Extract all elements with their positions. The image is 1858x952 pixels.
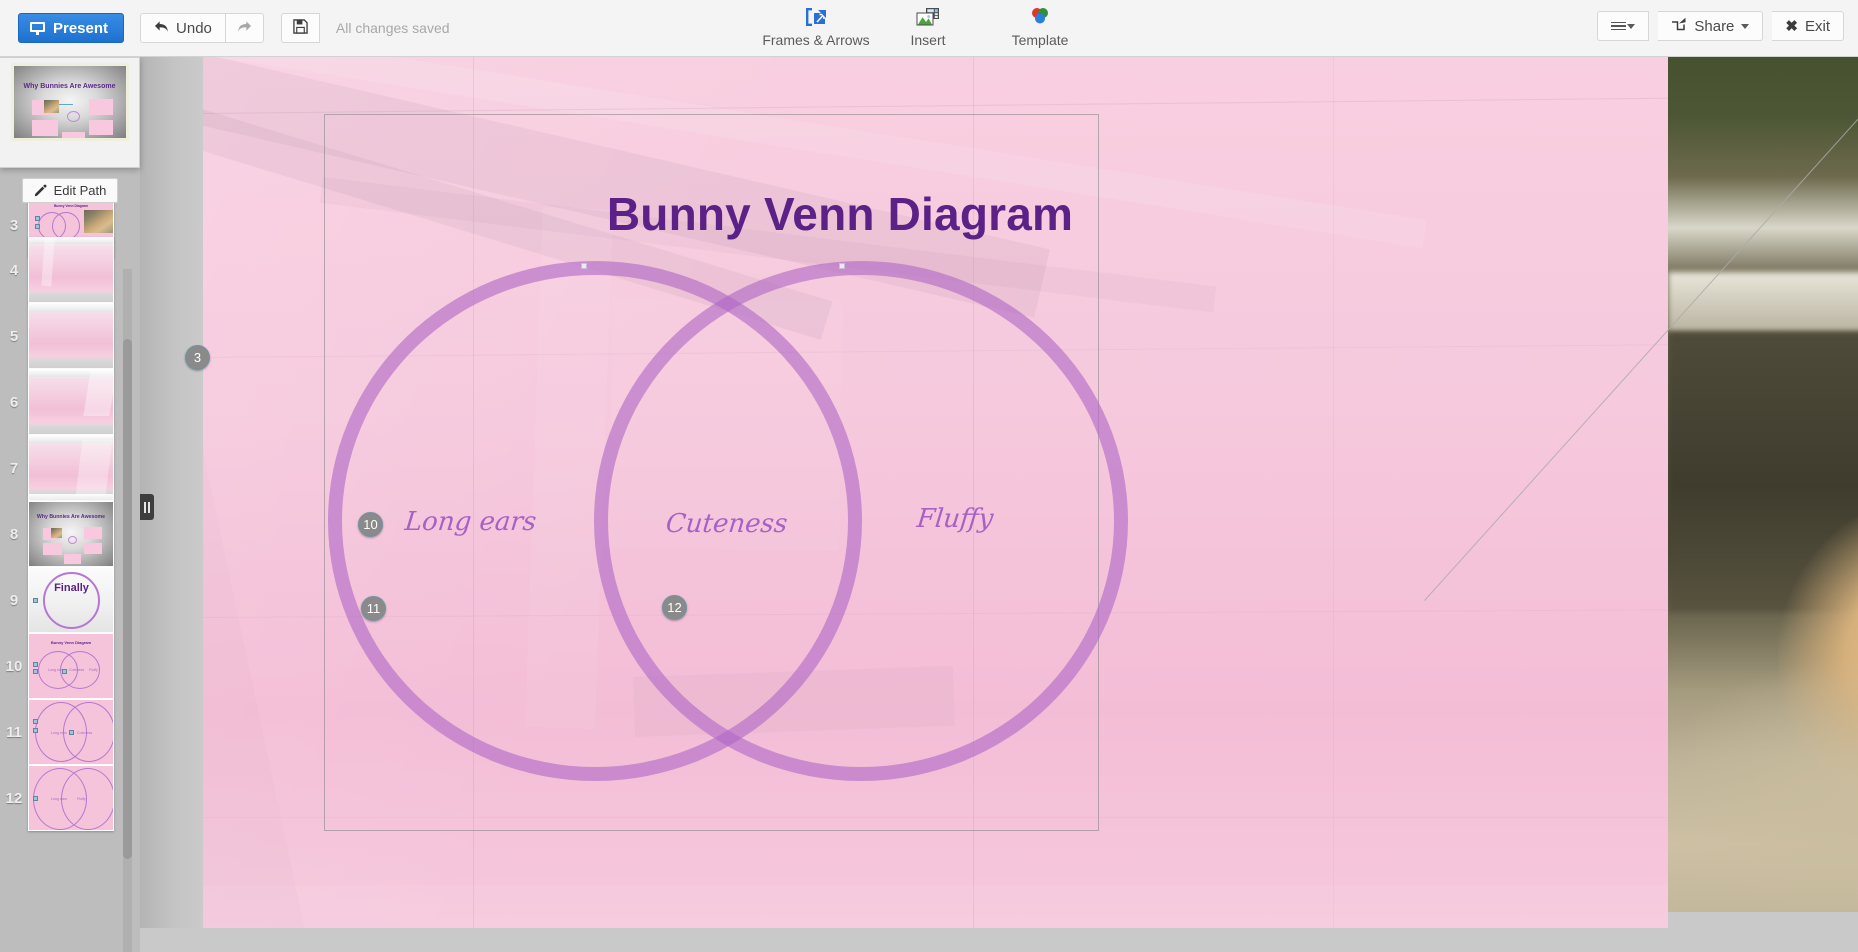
sidebar-slide-9[interactable]: 9 Finally: [0, 567, 140, 633]
slide-thumbnail: Long ears Cuteness: [28, 699, 114, 765]
floppy-disk-icon: [293, 18, 308, 38]
frames-and-arrows-icon: [804, 4, 828, 30]
canvas-bottom-strip: [140, 928, 1858, 952]
insert-label: Insert: [910, 32, 946, 48]
slide-number: 9: [9, 591, 19, 609]
undo-arrow-icon: [154, 20, 169, 37]
slide-number: 4: [9, 261, 19, 279]
hamburger-menu-icon: [1611, 21, 1627, 31]
undo-button[interactable]: Undo: [140, 13, 226, 43]
insert-image-icon: [916, 4, 940, 30]
venn-label-right[interactable]: Fluffy: [915, 504, 994, 534]
preview-title: Why Bunnies Are Awesome: [23, 83, 116, 90]
template-label: Template: [1011, 32, 1069, 48]
chevron-down-icon: [1741, 23, 1750, 29]
slide-preview-thumbnail[interactable]: Why Bunnies Are Awesome: [10, 63, 129, 141]
save-group: [280, 13, 320, 43]
thumb-venn-right-label: Cuteness: [77, 731, 93, 735]
venn-label-left[interactable]: Long ears: [403, 507, 537, 537]
chevron-down-icon: [1627, 23, 1636, 29]
close-x-icon: ✖: [1785, 17, 1798, 35]
step-marker-label: 12: [667, 600, 682, 615]
exit-button[interactable]: ✖ Exit: [1772, 11, 1844, 41]
edit-path-label: Edit Path: [53, 183, 107, 198]
thumb-venn-right-label: Fluffy: [89, 668, 98, 672]
redo-arrow-icon: [237, 20, 252, 37]
frames-and-arrows-label: Frames & Arrows: [762, 32, 870, 48]
slide-number: 3: [9, 216, 19, 234]
sidebar-collapse-handle[interactable]: [140, 494, 154, 520]
present-label: Present: [53, 19, 109, 37]
thumb-title: Why Bunnies Are Awesome: [36, 514, 106, 520]
slide-thumbnail: [28, 237, 114, 303]
venn-circle-right-handle[interactable]: [839, 263, 845, 269]
slide-number: 10: [5, 657, 23, 675]
exit-label: Exit: [1804, 17, 1830, 35]
undo-label: Undo: [176, 19, 212, 37]
template-tool[interactable]: Template: [984, 0, 1096, 57]
thumb-venn-center-label: Cuteness: [69, 668, 85, 672]
slide-number: 8: [9, 525, 19, 543]
frames-and-arrows-tool[interactable]: Frames & Arrows: [760, 0, 872, 57]
slide-thumbnail: Finally: [28, 567, 114, 633]
sidebar-slide-11[interactable]: 11 Long ears Cuteness: [0, 699, 140, 765]
slide-number: 11: [6, 723, 22, 741]
step-marker-12[interactable]: 12: [662, 595, 687, 620]
venn-circle-left-handle[interactable]: [581, 263, 587, 269]
slide-thumbnail: [28, 303, 114, 369]
template-colors-icon: [1028, 4, 1052, 30]
thumb-venn-right-label: Fluffy: [77, 797, 86, 801]
slide-preview-panel: Why Bunnies Are Awesome: [0, 57, 140, 168]
slide-thumbnail: [28, 435, 114, 501]
toolbar-center-tools: Frames & Arrows Insert Template: [760, 0, 1096, 57]
sidebar-slide-7[interactable]: 7: [0, 435, 140, 501]
step-marker-11[interactable]: 11: [361, 596, 386, 621]
share-button[interactable]: Share: [1658, 11, 1764, 41]
editor-canvas[interactable]: Bunny Venn Diagram Long ears Cuteness Fl…: [140, 57, 1858, 952]
edit-path-button[interactable]: Edit Path: [22, 178, 118, 203]
slide-number: 12: [5, 789, 23, 807]
step-marker-label: 11: [366, 601, 381, 616]
toolbar-left-group: Present Undo All changes saved: [0, 13, 450, 43]
thumb-title: Finally: [54, 582, 89, 594]
save-button[interactable]: [280, 13, 320, 43]
slide-thumbnail: Bunny Venn Diagram Long ears Cuteness Fl…: [28, 633, 114, 699]
step-marker-label: 10: [363, 517, 378, 532]
sidebar-slide-4[interactable]: 4: [0, 237, 140, 303]
redo-button[interactable]: [225, 13, 264, 43]
toolbar-right-group: Share ✖ Exit: [1597, 11, 1844, 41]
share-label: Share: [1694, 17, 1735, 35]
venn-label-center[interactable]: Cuteness: [664, 509, 788, 539]
sidebar-slide-8[interactable]: 8 Why Bunnies Are Awesome: [0, 501, 140, 567]
share-export-icon: [1671, 17, 1687, 35]
top-toolbar: Present Undo All changes saved Frames & …: [0, 0, 1858, 57]
slide-number: 7: [9, 459, 19, 477]
thumb-venn-left-label: Long ears: [51, 731, 67, 735]
slide-number: 5: [9, 327, 19, 345]
insert-tool[interactable]: Insert: [872, 0, 984, 57]
bunny-photo: [1668, 57, 1858, 912]
step-marker-3[interactable]: 3: [185, 345, 210, 370]
slide-thumbnail: [28, 369, 114, 435]
sidebar-slide-12[interactable]: 12 Long ears Fluffy: [0, 765, 140, 831]
present-screen-icon: [30, 21, 45, 35]
thumb-title: Bunny Venn Diagram: [53, 204, 89, 208]
slide-thumbnail: Why Bunnies Are Awesome: [28, 501, 114, 567]
undo-redo-group: Undo: [140, 13, 264, 43]
step-marker-label: 3: [193, 350, 202, 365]
pencil-icon: [34, 184, 47, 197]
step-marker-10[interactable]: 10: [358, 512, 383, 537]
sidebar-slide-5[interactable]: 5: [0, 303, 140, 369]
thumb-venn-left-label: Long ears: [51, 797, 67, 801]
slide-title: Bunny Venn Diagram: [606, 188, 1074, 240]
save-status-text: All changes saved: [335, 20, 450, 36]
thumb-title: Bunny Venn Diagram: [50, 640, 92, 645]
slide-thumbnail: Long ears Fluffy: [28, 765, 114, 831]
sidebar-slide-6[interactable]: 6: [0, 369, 140, 435]
sidebar-scrollbar-thumb[interactable]: [123, 339, 132, 859]
present-button[interactable]: Present: [18, 13, 125, 43]
options-menu-button[interactable]: [1597, 11, 1650, 41]
sidebar-slide-10[interactable]: 10 Bunny Venn Diagram Long ears Cuteness…: [0, 633, 140, 699]
slide-number: 6: [9, 393, 19, 411]
